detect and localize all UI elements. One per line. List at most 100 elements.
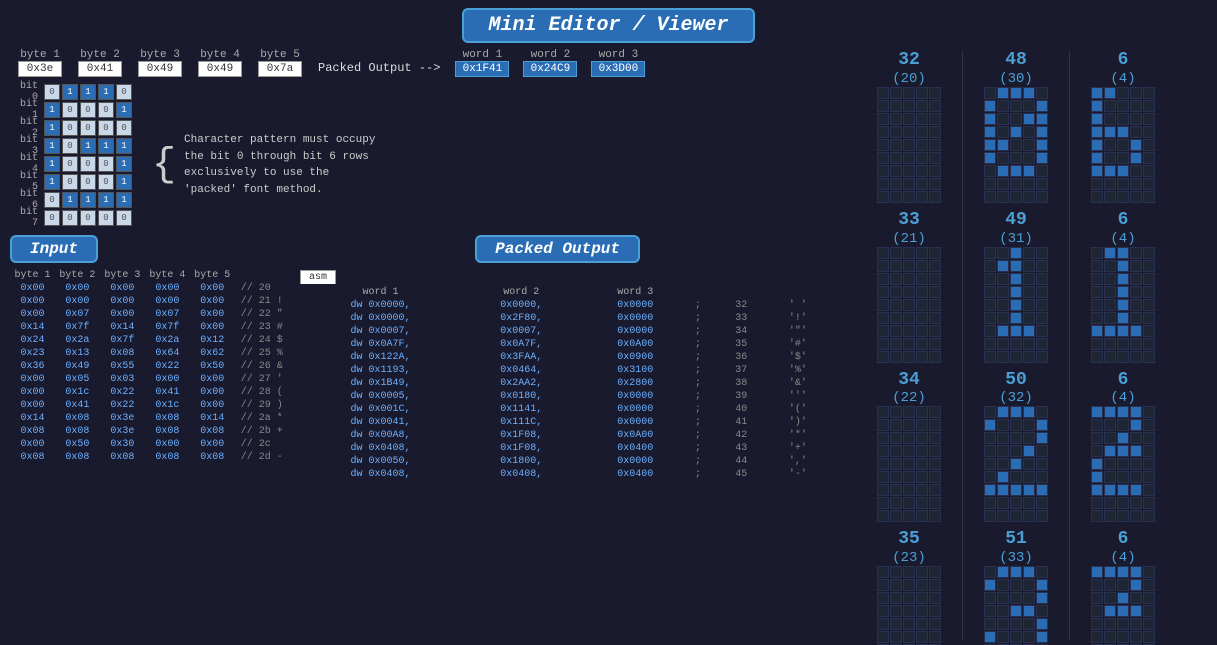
char-cell [903,113,915,125]
char-cell [1117,325,1129,337]
char-cell [1036,338,1048,350]
grid-cell-7-3[interactable]: 0 [98,210,114,226]
output-cell-1-5: '!' [783,312,850,325]
grid-cell-0-3[interactable]: 1 [98,84,114,100]
char-cell [1010,299,1022,311]
table-row[interactable]: 0x080x080x080x080x08// 2d - [10,451,290,464]
char-cell [1117,605,1129,617]
table-row[interactable]: dw 0x001C,0x1141,0x0000;40'(' [300,403,850,416]
grid-cell-0-0[interactable]: 0 [44,84,60,100]
grid-cell-2-4[interactable]: 0 [116,120,132,136]
char-cell [997,618,1009,630]
table-row[interactable]: 0x140x080x3e0x080x14// 2a * [10,412,290,425]
table-row[interactable]: dw 0x00A8,0x1F08,0x0A00;42'*' [300,429,850,442]
table-row[interactable]: dw 0x0050,0x1800,0x0000;44',' [300,455,850,468]
char-cell [877,191,889,203]
table-row[interactable]: 0x000x000x000x000x00// 21 ! [10,295,290,308]
grid-cell-0-1[interactable]: 1 [62,84,78,100]
grid-cell-7-0[interactable]: 0 [44,210,60,226]
table-row[interactable]: 0x000x410x220x1c0x00// 29 ) [10,399,290,412]
grid-cell-6-2[interactable]: 1 [80,192,96,208]
char-cell [1091,165,1103,177]
input-cell-3-3: 0x7f [145,321,190,334]
grid-cell-2-1[interactable]: 0 [62,120,78,136]
char-cell [984,273,996,285]
grid-cell-6-1[interactable]: 1 [62,192,78,208]
table-row[interactable]: 0x360x490x550x220x50// 26 & [10,360,290,373]
grid-cell-2-0[interactable]: 1 [44,120,60,136]
char-cell [890,299,902,311]
grid-cell-6-4[interactable]: 1 [116,192,132,208]
table-row[interactable]: 0x230x130x080x640x62// 25 % [10,347,290,360]
grid-cell-4-0[interactable]: 1 [44,156,60,172]
table-row[interactable]: dw 0x0000,0x0000,0x0000;32' ' [300,299,850,312]
table-row[interactable]: dw 0x1B49,0x2AA2,0x2800;38'&' [300,377,850,390]
table-row[interactable]: 0x080x080x3e0x080x08// 2b + [10,425,290,438]
grid-cell-5-2[interactable]: 0 [80,174,96,190]
char-cell [1117,338,1129,350]
grid-cell-1-4[interactable]: 1 [116,102,132,118]
grid-cell-6-0[interactable]: 0 [44,192,60,208]
grid-cell-7-4[interactable]: 0 [116,210,132,226]
table-row[interactable]: 0x000x070x000x070x00// 22 " [10,308,290,321]
output-cell-4-5: '$' [783,351,850,364]
table-row[interactable]: dw 0x0408,0x1F08,0x0400;43'+' [300,442,850,455]
grid-cell-5-4[interactable]: 1 [116,174,132,190]
table-row[interactable]: dw 0x0A7F,0x0A7F,0x0A00;35'#' [300,338,850,351]
table-row[interactable]: 0x000x050x030x000x00// 27 ' [10,373,290,386]
table-row[interactable]: 0x140x7f0x140x7f0x00// 23 # [10,321,290,334]
asm-tab[interactable]: asm [300,270,336,284]
grid-cell-1-0[interactable]: 1 [44,102,60,118]
grid-cell-5-1[interactable]: 0 [62,174,78,190]
grid-cell-3-4[interactable]: 1 [116,138,132,154]
grid-cell-7-1[interactable]: 0 [62,210,78,226]
input-cell-7-4: 0x00 [190,373,235,386]
table-row[interactable]: dw 0x0007,0x0007,0x0000;34'"' [300,325,850,338]
input-cell-3-4: 0x00 [190,321,235,334]
table-row[interactable]: dw 0x0005,0x0180,0x0000;39''' [300,390,850,403]
grid-cell-3-2[interactable]: 1 [80,138,96,154]
output-cell-2-5: '"' [783,325,850,338]
word-value-2: 0x24C9 [523,61,577,77]
grid-cell-3-0[interactable]: 1 [44,138,60,154]
table-row[interactable]: dw 0x0408,0x0408,0x0400;45'-' [300,468,850,481]
char-cell [1117,432,1129,444]
char-cell [1091,579,1103,591]
char-cell [1091,605,1103,617]
grid-cell-3-3[interactable]: 1 [98,138,114,154]
grid-cell-4-3[interactable]: 0 [98,156,114,172]
grid-row-7[interactable]: bit 700000 [10,209,132,227]
grid-cell-5-3[interactable]: 0 [98,174,114,190]
char-cell [1104,312,1116,324]
grid-cell-4-4[interactable]: 1 [116,156,132,172]
grid-cell-4-1[interactable]: 0 [62,156,78,172]
table-row[interactable]: dw 0x0000,0x2F80,0x0000;33'!' [300,312,850,325]
char-33: 33 (21) [877,211,941,363]
table-row[interactable]: 0x000x1c0x220x410x00// 28 ( [10,386,290,399]
grid-cell-3-1[interactable]: 0 [62,138,78,154]
grid-cell-0-4[interactable]: 0 [116,84,132,100]
input-header-3: byte 4 [145,269,190,282]
table-row[interactable]: 0x000x500x300x000x00// 2c [10,438,290,451]
table-row[interactable]: dw 0x122A,0x3FAA,0x0900;36'$' [300,351,850,364]
grid-cell-1-2[interactable]: 0 [80,102,96,118]
table-row[interactable]: 0x240x2a0x7f0x2a0x12// 24 $ [10,334,290,347]
grid-cell-7-2[interactable]: 0 [80,210,96,226]
grid-cell-4-2[interactable]: 0 [80,156,96,172]
grid-cell-2-3[interactable]: 0 [98,120,114,136]
left-panel: byte 1 0x3e byte 2 0x41 byte 3 0x49 byte… [0,47,860,645]
grid-cell-5-0[interactable]: 1 [44,174,60,190]
char-cell [1091,260,1103,272]
grid-cell-1-1[interactable]: 0 [62,102,78,118]
char-cell [903,406,915,418]
char-cell [1091,566,1103,578]
grid-cell-1-3[interactable]: 0 [98,102,114,118]
grid-cell-0-2[interactable]: 1 [80,84,96,100]
table-row[interactable]: dw 0x1193,0x0464,0x3100;37'%' [300,364,850,377]
byte-col-3: byte 3 0x49 [130,49,190,77]
grid-cell-6-3[interactable]: 1 [98,192,114,208]
grid-cell-2-2[interactable]: 0 [80,120,96,136]
table-row[interactable]: dw 0x0041,0x111C,0x0000;41')' [300,416,850,429]
table-row[interactable]: 0x000x000x000x000x00// 20 [10,282,290,295]
char-cell [997,351,1009,363]
